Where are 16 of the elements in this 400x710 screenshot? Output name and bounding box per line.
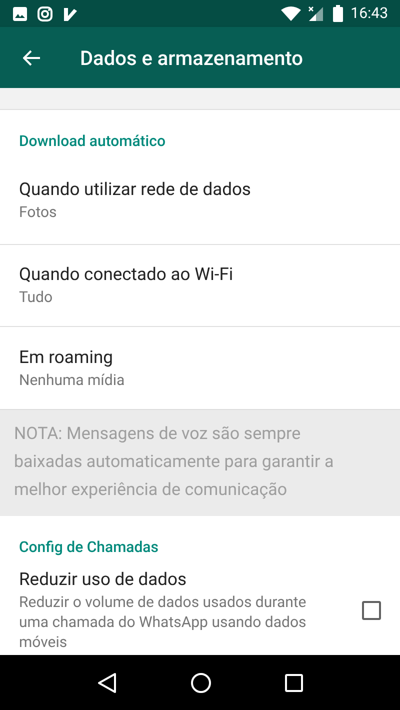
section-header: Config de Chamadas — [18, 536, 160, 558]
item-title: Quando conectado ao Wi-Fi — [19, 264, 234, 287]
section-header: Download automático — [18, 131, 166, 152]
item-subtitle: Tudo — [19, 287, 54, 307]
item-subtitle: Nenhuma mídia — [19, 370, 126, 390]
status-time: 16:43 — [350, 3, 388, 24]
settings-item[interactable]: Quando utilizar rede de dados Fotos — [0, 162, 400, 244]
note-text: NOTA: Mensagens de voz são sempre baixadas automaticamente para garantir a melhor experiência de comunicação — [14, 422, 335, 502]
item-subtitle: Reduzir o volume de dados usados durante uma chamada do WhatsApp usando dados móveis — [19, 592, 308, 652]
settings-item[interactable]: Quando conectado ao Wi-Fi Tudo — [0, 244, 400, 326]
item-subtitle: Fotos — [19, 202, 58, 222]
item-title: Reduzir uso de dados — [19, 569, 188, 592]
item-title: Em roaming — [19, 346, 114, 370]
screen-title: Dados e armazenamento — [80, 44, 304, 72]
settings-item[interactable]: Em roaming Nenhuma mídia — [0, 326, 400, 408]
item-title: Quando utilizar rede de dados — [19, 179, 252, 202]
